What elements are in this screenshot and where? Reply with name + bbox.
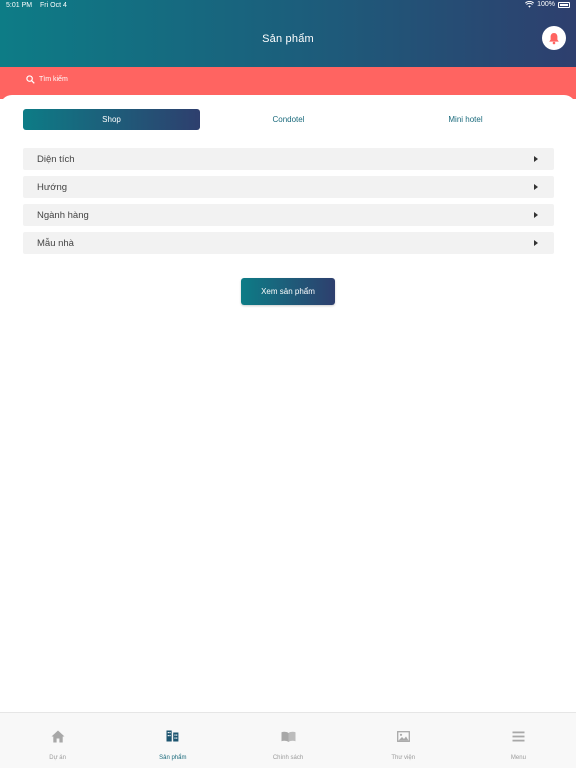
status-bar: 5:01 PM Fri Oct 4 100% — [0, 0, 576, 12]
notification-button[interactable] — [542, 26, 566, 50]
page-title: Sản phẩm — [262, 33, 314, 45]
bell-icon — [549, 32, 559, 44]
category-tabs: Shop Condotel Mini hotel — [23, 109, 554, 130]
filter-label: Ngành hàng — [37, 209, 89, 221]
tabbar-item-library[interactable]: Thư viện — [346, 713, 461, 768]
filter-label: Mẫu nhà — [37, 237, 74, 249]
view-products-button[interactable]: Xem sản phẩm — [241, 278, 335, 305]
bottom-tab-bar: Dự án Sản phẩm Chính sách Thư viện Menu — [0, 712, 576, 768]
image-icon — [396, 730, 410, 742]
tabbar-label: Thư viện — [391, 755, 416, 761]
battery-icon — [558, 1, 570, 8]
filter-label: Hướng — [37, 181, 68, 193]
status-time: 5:01 PM — [6, 2, 33, 9]
tabbar-item-policies[interactable]: Chính sách — [230, 713, 345, 768]
caret-right-icon — [534, 212, 538, 218]
tabbar-label: Sản phẩm — [159, 755, 187, 761]
filter-direction[interactable]: Hướng — [23, 176, 554, 198]
tab-shop[interactable]: Shop — [23, 109, 200, 130]
battery-percent: 100% — [537, 1, 555, 8]
wifi-icon — [525, 1, 535, 8]
menu-icon — [512, 731, 525, 741]
buildings-icon — [166, 730, 179, 742]
tabbar-item-menu[interactable]: Menu — [461, 713, 576, 768]
status-date: Fri Oct 4 — [40, 2, 67, 9]
tab-condotel[interactable]: Condotel — [200, 109, 377, 130]
content-panel: Shop Condotel Mini hotel Diện tích Hướng… — [0, 95, 576, 712]
search-input[interactable]: Tìm kiếm — [39, 76, 68, 83]
filter-industry[interactable]: Ngành hàng — [23, 204, 554, 226]
filter-area[interactable]: Diện tích — [23, 148, 554, 170]
home-icon — [51, 730, 65, 742]
tabbar-label: Menu — [510, 755, 526, 761]
caret-right-icon — [534, 156, 538, 162]
search-icon — [26, 75, 35, 84]
app-header: 5:01 PM Fri Oct 4 100% Sản phẩm — [0, 0, 576, 67]
tab-mini-hotel[interactable]: Mini hotel — [377, 109, 554, 130]
filter-label: Diện tích — [37, 153, 75, 165]
book-icon — [281, 731, 295, 742]
tabbar-label: Dự án — [49, 755, 66, 761]
tabbar-item-projects[interactable]: Dự án — [0, 713, 115, 768]
tabbar-item-products[interactable]: Sản phẩm — [115, 713, 230, 768]
filter-house-model[interactable]: Mẫu nhà — [23, 232, 554, 254]
filter-list: Diện tích Hướng Ngành hàng Mẫu nhà — [23, 148, 554, 260]
caret-right-icon — [534, 184, 538, 190]
caret-right-icon — [534, 240, 538, 246]
tabbar-label: Chính sách — [272, 755, 304, 761]
